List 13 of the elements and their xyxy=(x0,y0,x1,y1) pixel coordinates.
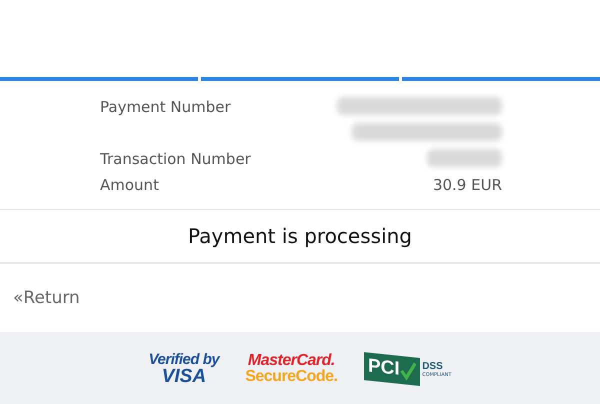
badge-text: SecureCode. xyxy=(245,369,338,385)
field-label: Payment Number xyxy=(100,98,231,116)
field-label: Amount xyxy=(100,176,159,194)
field-label: Transaction Number xyxy=(100,150,251,168)
field-value: 30.9 EUR xyxy=(432,176,502,194)
badge-text: DSS xyxy=(422,360,444,372)
status-message: Payment is processing xyxy=(188,224,412,248)
badge-text: VISA xyxy=(162,367,206,386)
badge-text: PCI xyxy=(368,356,400,381)
badge-text: MasterCard. xyxy=(248,353,335,369)
check-icon xyxy=(399,360,416,382)
return-link[interactable]: «Return xyxy=(13,288,80,308)
badge-text: Verified by xyxy=(148,352,220,367)
